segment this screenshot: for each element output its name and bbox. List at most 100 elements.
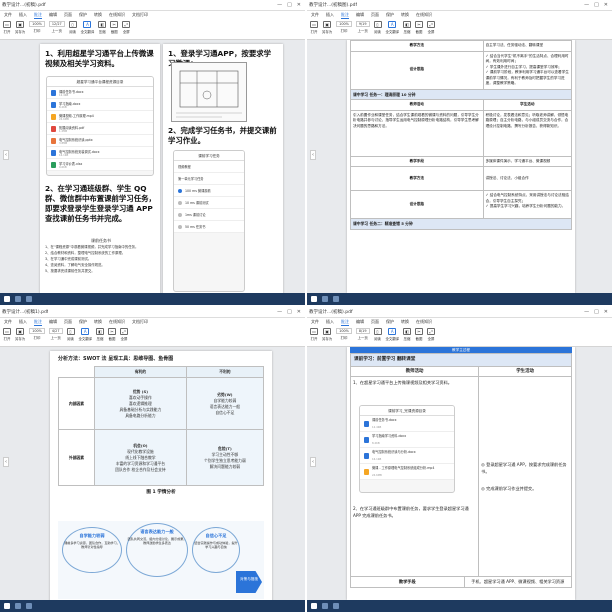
- prev-page-arrow[interactable]: ‹: [310, 150, 316, 160]
- menu-edit[interactable]: 编辑: [356, 12, 364, 18]
- menu-protect[interactable]: 保护: [386, 319, 394, 325]
- saveas-tool[interactable]: ▣ 另存为: [15, 328, 25, 341]
- task-row[interactable]: 视频教程: [174, 161, 244, 173]
- app-icon[interactable]: [26, 603, 32, 609]
- prev-page-arrow[interactable]: ‹: [3, 150, 9, 160]
- translate-tool[interactable]: A 全文翻译: [81, 21, 94, 34]
- file-item[interactable]: 拓展阅读资料.pdf 1.2MB: [47, 123, 153, 135]
- translate-tool[interactable]: A 全文翻译: [386, 21, 399, 34]
- read-tool[interactable]: ▯ 阅读: [66, 328, 75, 341]
- fullscreen-tool[interactable]: ⤢ 全屏: [427, 21, 436, 34]
- start-icon[interactable]: [4, 296, 10, 302]
- menu-print[interactable]: 文档打印: [132, 12, 148, 18]
- page-indicator[interactable]: 9/19: [355, 21, 370, 27]
- task-row[interactable]: 10 ms 课前测试: [174, 197, 244, 209]
- start-icon[interactable]: [311, 296, 317, 302]
- saveas-tool[interactable]: ▣ 另存为: [322, 21, 332, 34]
- page-indicator[interactable]: 12/27: [48, 21, 65, 27]
- menu-online[interactable]: 在线知识: [416, 319, 432, 325]
- menu-file[interactable]: 文件: [311, 319, 319, 325]
- maximize-button[interactable]: □: [287, 309, 292, 315]
- file-item[interactable]: 课前任务书.docx 12.4KB: [47, 87, 153, 99]
- app-icon[interactable]: [26, 296, 32, 302]
- translate-tool[interactable]: A 全文翻译: [79, 328, 92, 341]
- open-tool[interactable]: ▭ 打开: [3, 328, 11, 341]
- task-row[interactable]: 第一单元学习任务: [174, 173, 244, 185]
- prev-page-arrow[interactable]: ‹: [310, 457, 316, 467]
- screenshot-tool[interactable]: ✂ 截图: [415, 21, 424, 34]
- file-item[interactable]: 微课 - 工作原理电气控制系统组成分析.mp4 24.6MB: [360, 464, 454, 480]
- zoom-level[interactable]: 100%: [29, 328, 45, 334]
- task-row[interactable]: 100 ms 微课观看: [174, 185, 244, 197]
- minimize-button[interactable]: —: [584, 309, 589, 315]
- app-icon[interactable]: [333, 603, 339, 609]
- menu-convert[interactable]: 转换: [94, 12, 102, 18]
- menu-print[interactable]: 文档打印: [132, 319, 148, 325]
- zoom-control[interactable]: 100% 打印: [29, 21, 45, 33]
- page-indicator[interactable]: 8/19: [355, 328, 370, 334]
- fullscreen-tool[interactable]: ⤢ 全屏: [120, 328, 129, 341]
- menu-file[interactable]: 文件: [311, 12, 319, 18]
- menu-convert[interactable]: 转换: [401, 12, 409, 18]
- page-control[interactable]: 9/19 上一页: [355, 21, 370, 33]
- compress-tool[interactable]: ◧ 压缩: [96, 328, 105, 341]
- fullscreen-tool[interactable]: ⤢ 全屏: [122, 21, 131, 34]
- file-item[interactable]: 电气控制系统安装调试.docx 16.1KB: [47, 147, 153, 159]
- prev-page-arrow[interactable]: ‹: [3, 457, 9, 467]
- page-control[interactable]: 4/27 上一页: [48, 328, 63, 340]
- start-icon[interactable]: [311, 603, 317, 609]
- task-row[interactable]: 50 ms 任务书: [174, 221, 244, 233]
- start-icon[interactable]: [4, 603, 10, 609]
- minimize-button[interactable]: —: [584, 2, 589, 8]
- minimize-button[interactable]: —: [277, 2, 282, 8]
- menu-file[interactable]: 文件: [4, 12, 12, 18]
- menu-annotate[interactable]: 批注: [34, 12, 42, 19]
- app-icon[interactable]: [15, 603, 21, 609]
- read-tool[interactable]: ▯ 阅读: [373, 328, 382, 341]
- open-tool[interactable]: ▭ 打开: [3, 21, 11, 34]
- maximize-button[interactable]: □: [287, 2, 292, 8]
- screenshot-tool[interactable]: ✂ 截图: [110, 21, 119, 34]
- read-tool[interactable]: ▯ 阅读: [373, 21, 382, 34]
- menu-online[interactable]: 在线知识: [109, 319, 125, 325]
- read-tool[interactable]: ▯ 阅读: [68, 21, 77, 34]
- page-control[interactable]: 8/19 上一页: [355, 328, 370, 340]
- menu-page[interactable]: 页面: [371, 12, 379, 18]
- close-button[interactable]: ✕: [604, 2, 608, 8]
- menu-edit[interactable]: 编辑: [356, 319, 364, 325]
- file-item[interactable]: 电气控制系统识读.pptx 3.8MB: [47, 135, 153, 147]
- zoom-level[interactable]: 100%: [336, 21, 352, 27]
- menu-convert[interactable]: 转换: [94, 319, 102, 325]
- app-icon[interactable]: [333, 296, 339, 302]
- menu-insert[interactable]: 插入: [326, 12, 334, 18]
- menu-annotate[interactable]: 批注: [341, 319, 349, 326]
- open-tool[interactable]: ▭ 打开: [310, 21, 318, 34]
- fullscreen-tool[interactable]: ⤢ 全屏: [427, 328, 436, 341]
- close-button[interactable]: ✕: [297, 2, 301, 8]
- menu-page[interactable]: 页面: [64, 319, 72, 325]
- open-tool[interactable]: ▭ 打开: [310, 328, 318, 341]
- compress-tool[interactable]: ◧ 压缩: [403, 21, 412, 34]
- file-item[interactable]: 课前任务书.docx 12.4KB: [360, 416, 454, 432]
- menu-protect[interactable]: 保护: [386, 12, 394, 18]
- compress-tool[interactable]: ◧ 压缩: [403, 328, 412, 341]
- zoom-level[interactable]: 100%: [336, 328, 352, 334]
- maximize-button[interactable]: □: [594, 309, 599, 315]
- file-item[interactable]: 学习指南学习资料.docx 8.2KB: [360, 432, 454, 448]
- menu-protect[interactable]: 保护: [79, 12, 87, 18]
- app-icon[interactable]: [15, 296, 21, 302]
- menu-edit[interactable]: 编辑: [49, 12, 57, 18]
- zoom-control[interactable]: 100% 打印: [336, 21, 352, 33]
- close-button[interactable]: ✕: [297, 309, 301, 315]
- file-item[interactable]: 学习评价表.xlsx 9.6KB: [47, 159, 153, 171]
- file-item[interactable]: 学习指南.docx 8.2KB: [47, 99, 153, 111]
- menu-annotate[interactable]: 批注: [341, 12, 349, 19]
- zoom-level[interactable]: 100%: [29, 21, 45, 27]
- maximize-button[interactable]: □: [594, 2, 599, 8]
- screenshot-tool[interactable]: ✂ 截图: [108, 328, 117, 341]
- menu-online[interactable]: 在线知识: [109, 12, 125, 18]
- app-icon[interactable]: [322, 296, 328, 302]
- menu-protect[interactable]: 保护: [79, 319, 87, 325]
- saveas-tool[interactable]: ▣ 另存为: [322, 328, 332, 341]
- compress-tool[interactable]: ◧ 压缩: [98, 21, 107, 34]
